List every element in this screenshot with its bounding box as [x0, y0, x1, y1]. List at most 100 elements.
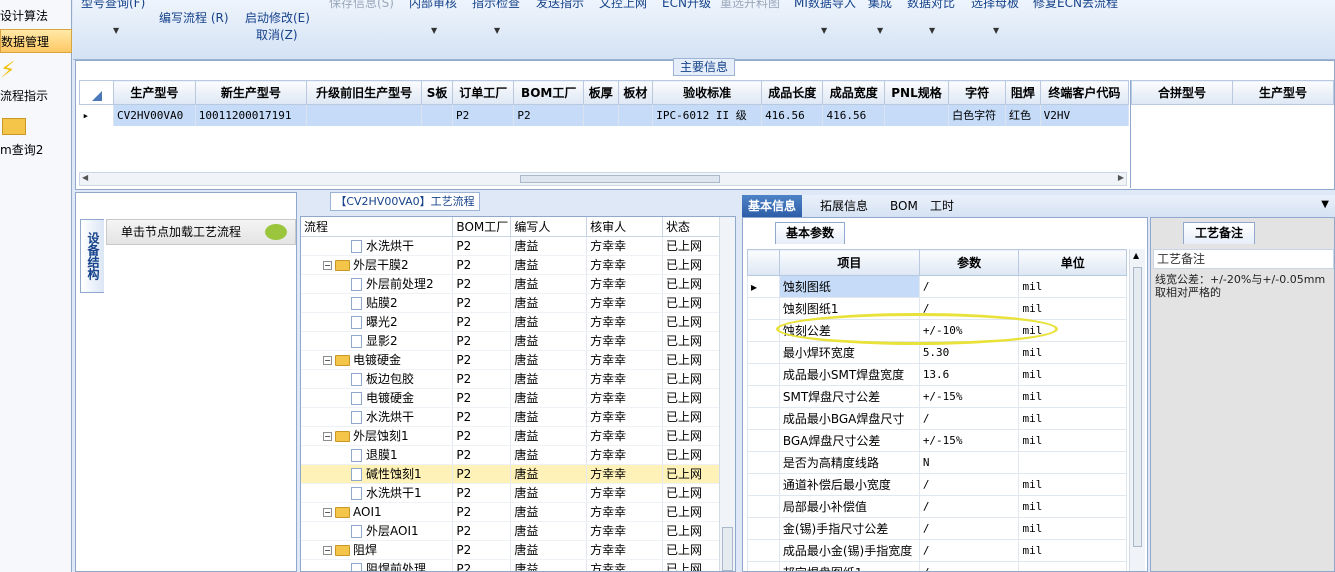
- column-header[interactable]: 成品宽度: [822, 80, 885, 105]
- column-header[interactable]: S板: [421, 80, 453, 105]
- scroll-left-icon[interactable]: ◀: [82, 173, 88, 182]
- param-row[interactable]: 通道补偿后最小宽度 / mil: [747, 473, 1127, 496]
- param-row[interactable]: 成品最小BGA焊盘尺寸 / mil: [747, 407, 1127, 430]
- write-flow-button[interactable]: 编写流程 (R): [159, 9, 229, 26]
- collapse-icon[interactable]: −: [323, 261, 332, 270]
- send-instruction-button[interactable]: 发送指示: [536, 0, 584, 11]
- scroll-up-icon[interactable]: ▲: [1133, 251, 1139, 260]
- table-cell[interactable]: 416.56: [761, 104, 824, 126]
- chevron-down-icon[interactable]: ▼: [1321, 199, 1329, 210]
- save-info-button[interactable]: 保存信息(S): [329, 0, 394, 11]
- flow-node[interactable]: − 阻焊: [301, 540, 454, 560]
- flow-node[interactable]: 水洗烘干1: [301, 483, 454, 503]
- start-modify-button[interactable]: 启动修改(E): [245, 9, 310, 26]
- param-value[interactable]: /: [918, 473, 1020, 496]
- table-cell[interactable]: V2HV: [1040, 104, 1129, 126]
- tab-process-notes[interactable]: 工艺备注: [1183, 222, 1255, 244]
- param-value[interactable]: 13.6: [918, 363, 1020, 386]
- nav-item-data-management[interactable]: 数据管理: [0, 29, 72, 53]
- param-row[interactable]: 成品最小SMT焊盘宽度 13.6 mil: [747, 363, 1127, 386]
- flow-node[interactable]: 贴膜2: [301, 293, 454, 313]
- scroll-thumb[interactable]: [722, 527, 733, 571]
- repair-ecn-flow-button[interactable]: 修复ECN丢流程: [1033, 0, 1118, 11]
- load-flow-hint[interactable]: 单击节点加载工艺流程: [106, 219, 296, 245]
- cancel-button[interactable]: 取消(Z): [256, 26, 298, 43]
- column-header[interactable]: 单位: [1018, 249, 1127, 276]
- scroll-thumb[interactable]: [1133, 267, 1142, 547]
- flow-row[interactable]: 水洗烘干1 P2 唐益 方幸幸 已上网: [301, 483, 721, 503]
- param-value[interactable]: /: [918, 407, 1020, 430]
- model-query-button[interactable]: 型号查询(F): [81, 0, 145, 11]
- mi-import-button[interactable]: MI数据导入: [794, 0, 856, 11]
- param-row[interactable]: BGA焊盘尺寸公差 +/-15% mil: [747, 429, 1127, 452]
- column-header[interactable]: 板材: [617, 80, 654, 105]
- chevron-down-icon[interactable]: ▼: [877, 26, 883, 35]
- column-header[interactable]: 验收标准: [652, 80, 763, 105]
- table-cell[interactable]: [618, 104, 654, 126]
- flow-node[interactable]: 电镀硬金: [301, 388, 454, 408]
- flow-row[interactable]: − 电镀硬金 P2 唐益 方幸幸 已上网: [301, 350, 721, 370]
- select-mother-board-button[interactable]: 选择母板: [971, 0, 1019, 11]
- chevron-down-icon[interactable]: ▼: [929, 26, 935, 35]
- tab-bom[interactable]: BOM: [884, 195, 924, 217]
- param-row[interactable]: 成品最小金(锡)手指宽度 / mil: [747, 539, 1127, 562]
- param-value[interactable]: +/-15%: [918, 385, 1020, 408]
- flow-node[interactable]: − 外层干膜2: [301, 255, 454, 275]
- param-value[interactable]: /: [918, 539, 1020, 562]
- column-header[interactable]: 流程: [301, 217, 454, 237]
- horizontal-scrollbar[interactable]: ◀ ▶: [79, 172, 1127, 186]
- data-compare-button[interactable]: 数据对比: [907, 0, 955, 11]
- flow-row[interactable]: 退膜1 P2 唐益 方幸幸 已上网: [301, 445, 721, 465]
- param-value[interactable]: /: [918, 517, 1020, 540]
- tab-basic-params[interactable]: 基本参数: [775, 222, 845, 244]
- column-header[interactable]: 板厚: [582, 80, 619, 105]
- column-header[interactable]: 生产型号: [1232, 80, 1334, 105]
- collapse-icon[interactable]: −: [323, 507, 332, 517]
- column-header[interactable]: 成品长度: [761, 80, 824, 105]
- column-header[interactable]: 字符: [948, 80, 1007, 105]
- flow-node[interactable]: 显影2: [301, 331, 454, 351]
- nav-item-query2[interactable]: m查询2: [0, 138, 72, 162]
- column-header[interactable]: 编写人: [510, 217, 588, 237]
- flow-row[interactable]: 外层前处理2 P2 唐益 方幸幸 已上网: [301, 274, 721, 294]
- collapse-icon[interactable]: −: [323, 546, 332, 555]
- scroll-thumb[interactable]: [520, 175, 720, 183]
- chevron-down-icon[interactable]: ▼: [821, 26, 827, 35]
- flow-node[interactable]: 阻焊前处理: [301, 559, 454, 571]
- column-header[interactable]: 项目: [778, 249, 920, 276]
- flow-row[interactable]: 显影2 P2 唐益 方幸幸 已上网: [301, 331, 721, 351]
- flow-node[interactable]: 水洗烘干: [301, 407, 454, 427]
- flow-row[interactable]: 外层AOI1 P2 唐益 方幸幸 已上网: [301, 521, 721, 541]
- chevron-down-icon[interactable]: ▼: [494, 26, 500, 35]
- flow-row[interactable]: 阻焊前处理 P2 唐益 方幸幸 已上网: [301, 559, 721, 571]
- nav-item-design-algo[interactable]: 设计算法: [0, 4, 72, 28]
- tab-hours[interactable]: 工时: [924, 195, 960, 217]
- param-value[interactable]: /: [918, 275, 1020, 298]
- table-cell[interactable]: 白色字符: [948, 104, 1007, 126]
- param-row[interactable]: 是否为高精度线路 N: [747, 451, 1127, 474]
- column-header[interactable]: BOM工厂: [452, 217, 512, 237]
- tab-basic-info[interactable]: 基本信息: [742, 195, 803, 217]
- table-cell[interactable]: P2: [452, 104, 515, 126]
- column-header[interactable]: BOM工厂: [513, 80, 584, 105]
- scroll-right-icon[interactable]: ▶: [1118, 173, 1124, 182]
- collapse-icon[interactable]: −: [323, 432, 332, 441]
- column-header[interactable]: 参数: [918, 249, 1020, 276]
- flow-node[interactable]: 碱性蚀刻1: [301, 464, 454, 484]
- integrate-button[interactable]: 集成: [868, 0, 892, 11]
- table-row[interactable]: ▸ CV2HV00VA0 10011200017191 P2 P2 IPC-6012 II…: [79, 104, 1129, 126]
- chevron-down-icon[interactable]: ▼: [113, 26, 119, 35]
- column-header[interactable]: 阻焊: [1005, 80, 1041, 105]
- column-header[interactable]: 核审人: [586, 217, 664, 237]
- flow-node[interactable]: 外层前处理2: [301, 274, 454, 294]
- chevron-down-icon[interactable]: ▼: [431, 26, 437, 35]
- table-cell[interactable]: 10011200017191: [195, 104, 308, 126]
- column-header[interactable]: 升级前旧生产型号: [306, 80, 423, 105]
- table-cell[interactable]: P2: [513, 104, 584, 126]
- notes-text[interactable]: 线宽公差：+/-20%与+/-0.05mm取相对严格的: [1155, 273, 1333, 299]
- vertical-scrollbar[interactable]: ▲: [1129, 249, 1145, 571]
- flow-node[interactable]: 曝光2: [301, 312, 454, 332]
- flow-row[interactable]: 电镀硬金 P2 唐益 方幸幸 已上网: [301, 388, 721, 408]
- column-header[interactable]: 合拼型号: [1131, 80, 1233, 105]
- flow-node[interactable]: − AOI1: [301, 502, 454, 522]
